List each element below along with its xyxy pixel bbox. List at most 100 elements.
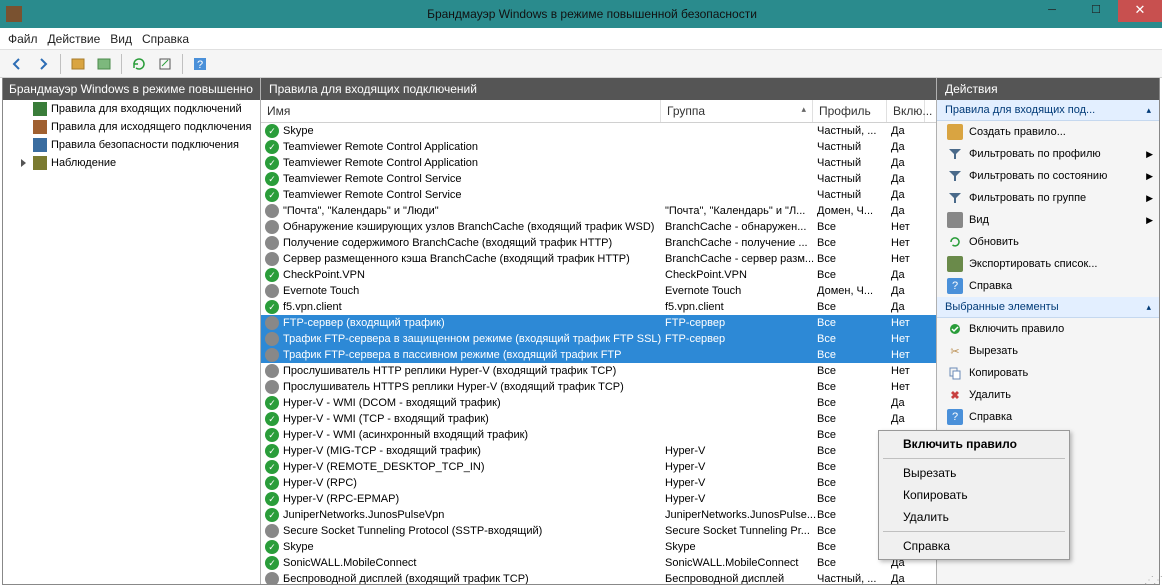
menubar: Файл Действие Вид Справка: [0, 28, 1162, 50]
ctx-delete[interactable]: Удалить: [881, 506, 1067, 528]
app-icon: [6, 6, 22, 22]
action-refresh[interactable]: Обновить: [937, 231, 1159, 253]
ctx-copy[interactable]: Копировать: [881, 484, 1067, 506]
col-profile[interactable]: Профиль: [813, 100, 887, 122]
action-cut[interactable]: ✂Вырезать: [937, 340, 1159, 362]
cell-enabled: Да: [891, 141, 921, 153]
tree-item-label: Правила для исходящего подключения: [51, 121, 251, 133]
menu-help[interactable]: Справка: [142, 32, 189, 46]
minimize-button[interactable]: ─: [1030, 0, 1074, 22]
cell-group: JuniperNetworks.JunosPulse...: [665, 509, 817, 521]
action-help[interactable]: ?Справка: [937, 406, 1159, 428]
rule-row[interactable]: ✓Hyper-V (RPC-EPMAP)Hyper-VВсеДа: [261, 491, 936, 507]
cell-profile: Домен, Ч...: [817, 285, 891, 297]
action-filter[interactable]: Фильтровать по профилю ▶: [937, 143, 1159, 165]
tree-item[interactable]: Правила для входящих подключений: [19, 100, 260, 118]
cell-name: Secure Socket Tunneling Protocol (SSTP-в…: [283, 525, 665, 537]
rule-row[interactable]: Беспроводной дисплей (входящий трафик TC…: [261, 571, 936, 584]
col-group[interactable]: Группа: [661, 100, 813, 122]
ctx-cut[interactable]: Вырезать: [881, 462, 1067, 484]
svg-text:?: ?: [197, 59, 203, 71]
help-icon: ?: [947, 409, 963, 425]
submenu-arrow-icon: ▶: [1146, 149, 1153, 160]
rule-row[interactable]: Прослушиватель HTTP реплики Hyper-V (вхо…: [261, 363, 936, 379]
action-label: Фильтровать по профилю: [969, 148, 1101, 160]
help-button[interactable]: ?: [189, 53, 211, 75]
maximize-button[interactable]: ☐: [1074, 0, 1118, 22]
rule-row[interactable]: "Почта", "Календарь" и "Люди""Почта", "К…: [261, 203, 936, 219]
col-name[interactable]: Имя: [261, 100, 661, 122]
cell-group: Беспроводной дисплей: [665, 573, 817, 584]
action-filter[interactable]: Фильтровать по состоянию▶: [937, 165, 1159, 187]
rule-row[interactable]: ✓f5.vpn.clientf5.vpn.clientВсеДа: [261, 299, 936, 315]
rule-row[interactable]: Обнаружение кэширующих узлов BranchCache…: [261, 219, 936, 235]
ctx-help[interactable]: Справка: [881, 535, 1067, 557]
rule-row[interactable]: Прослушиватель HTTPS реплики Hyper-V (вх…: [261, 379, 936, 395]
tool-button-1[interactable]: [67, 53, 89, 75]
rule-row[interactable]: ✓Teamviewer Remote Control ServiceЧастны…: [261, 187, 936, 203]
action-delete[interactable]: ✖Удалить: [937, 384, 1159, 406]
enabled-icon: ✓: [265, 156, 279, 170]
rule-row[interactable]: ✓CheckPoint.VPNCheckPoint.VPNВсеДа: [261, 267, 936, 283]
rule-row[interactable]: ✓Hyper-V - WMI (асинхронный входящий тра…: [261, 427, 936, 443]
rule-row[interactable]: ✓JuniperNetworks.JunosPulseVpnJuniperNet…: [261, 507, 936, 523]
main-area: Брандмауэр Windows в режиме повышенно Пр…: [2, 78, 1160, 585]
rule-row[interactable]: ✓SkypeЧастный, ...Да: [261, 123, 936, 139]
cell-name: Teamviewer Remote Control Application: [283, 141, 665, 153]
rule-row[interactable]: ✓Hyper-V (REMOTE_DESKTOP_TCP_IN)Hyper-VВ…: [261, 459, 936, 475]
action-copy[interactable]: Копировать: [937, 362, 1159, 384]
cell-group: "Почта", "Календарь" и "Л...: [665, 205, 817, 217]
rule-row[interactable]: ✓SkypeSkypeВсеДа: [261, 539, 936, 555]
menu-view[interactable]: Вид: [110, 32, 132, 46]
action-help[interactable]: ?Справка: [937, 275, 1159, 297]
rule-row[interactable]: ✓Teamviewer Remote Control ServiceЧастны…: [261, 171, 936, 187]
rule-row[interactable]: ✓Teamviewer Remote Control ApplicationЧа…: [261, 139, 936, 155]
rule-row[interactable]: Evernote TouchEvernote TouchДомен, Ч...Д…: [261, 283, 936, 299]
rule-row[interactable]: Трафик FTP-сервера в защищенном режиме (…: [261, 331, 936, 347]
cell-profile: Все: [817, 349, 891, 361]
cell-enabled: Нет: [891, 381, 921, 393]
rule-row[interactable]: Трафик FTP-сервера в пассивном режиме (в…: [261, 347, 936, 363]
rule-row[interactable]: ✓Hyper-V - WMI (TCP - входящий трафик)Вс…: [261, 411, 936, 427]
actions-section-rules[interactable]: Правила для входящих под...▴: [937, 100, 1159, 121]
ctx-enable-rule[interactable]: Включить правило: [881, 433, 1067, 455]
col-enabled[interactable]: Вклю...: [887, 100, 925, 122]
action-view[interactable]: Вид▶: [937, 209, 1159, 231]
rule-row[interactable]: Secure Socket Tunneling Protocol (SSTP-в…: [261, 523, 936, 539]
rule-row[interactable]: ✓SonicWALL.MobileConnectSonicWALL.Mobile…: [261, 555, 936, 571]
filter-icon: [947, 146, 963, 162]
rule-list[interactable]: ✓SkypeЧастный, ...Да✓Teamviewer Remote C…: [261, 123, 936, 584]
refresh-button[interactable]: [128, 53, 150, 75]
menu-action[interactable]: Действие: [48, 32, 101, 46]
rule-row[interactable]: Получение содержимого BranchCache (входя…: [261, 235, 936, 251]
resize-grip[interactable]: ⋰⋰: [1144, 575, 1158, 585]
cell-enabled: Нет: [891, 317, 921, 329]
menu-file[interactable]: Файл: [8, 32, 38, 46]
rule-row[interactable]: ✓Hyper-V (RPC)Hyper-VВсеДа: [261, 475, 936, 491]
forward-button[interactable]: [32, 53, 54, 75]
action-new[interactable]: Создать правило...: [937, 121, 1159, 143]
tree-root[interactable]: Брандмауэр Windows в режиме повышенно: [3, 78, 260, 100]
action-export[interactable]: Экспортировать список...: [937, 253, 1159, 275]
close-button[interactable]: ✕: [1118, 0, 1162, 22]
actions-section-selected[interactable]: Выбранные элементы▴: [937, 297, 1159, 318]
cell-enabled: Нет: [891, 349, 921, 361]
action-filter[interactable]: Фильтровать по группе▶: [937, 187, 1159, 209]
disabled-icon: [265, 572, 279, 584]
export-button[interactable]: [154, 53, 176, 75]
cell-enabled: Нет: [891, 253, 921, 265]
tree-item[interactable]: Правила для исходящего подключения: [19, 118, 260, 136]
rule-row[interactable]: ✓Teamviewer Remote Control ApplicationЧа…: [261, 155, 936, 171]
rule-row[interactable]: Сервер размещенного кэша BranchCache (вх…: [261, 251, 936, 267]
tree-item[interactable]: Правила безопасности подключения: [19, 136, 260, 154]
cell-group: SonicWALL.MobileConnect: [665, 557, 817, 569]
action-enable[interactable]: Включить правило: [937, 318, 1159, 340]
back-button[interactable]: [6, 53, 28, 75]
rule-row[interactable]: FTP-сервер (входящий трафик)FTP-серверВс…: [261, 315, 936, 331]
expand-icon[interactable]: [19, 158, 29, 168]
rule-row[interactable]: ✓Hyper-V - WMI (DCOM - входящий трафик)В…: [261, 395, 936, 411]
tool-button-2[interactable]: [93, 53, 115, 75]
rule-row[interactable]: ✓Hyper-V (MIG-TCP - входящий трафик)Hype…: [261, 443, 936, 459]
tree-item[interactable]: Наблюдение: [19, 154, 260, 172]
action-label: Экспортировать список...: [969, 258, 1097, 270]
